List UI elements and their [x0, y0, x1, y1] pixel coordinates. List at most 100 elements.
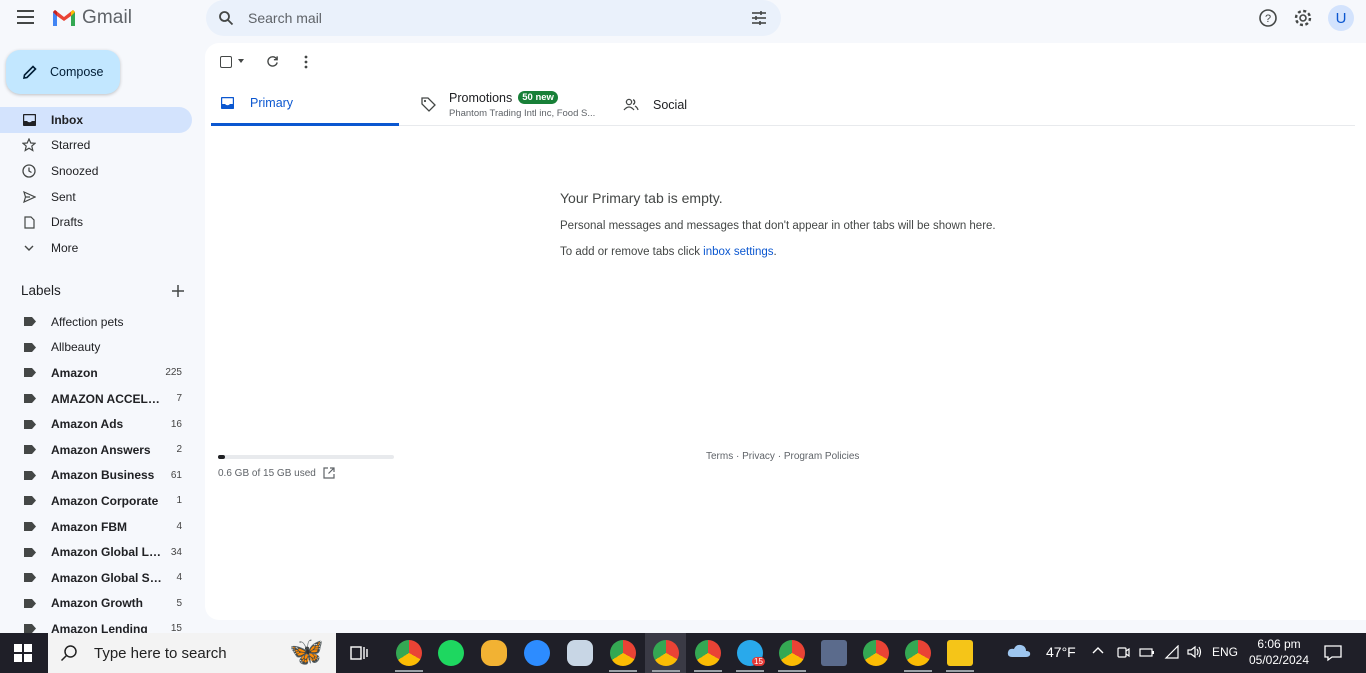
- tab-social[interactable]: Social: [623, 83, 773, 126]
- storage-bar: [218, 455, 394, 459]
- tab-promotions[interactable]: Promotions 50 new Phantom Trading Intl i…: [421, 83, 611, 126]
- account-avatar[interactable]: U: [1328, 5, 1354, 31]
- refresh-icon[interactable]: [266, 55, 279, 68]
- labels-list: Affection pets Allbeauty Amazon 225 AMAZON A…: [0, 309, 192, 642]
- language-indicator[interactable]: ENG: [1212, 645, 1238, 659]
- new-count-badge: 50 new: [518, 91, 558, 104]
- sidebar-item-starred[interactable]: Starred: [0, 133, 192, 159]
- terms-link[interactable]: Terms: [706, 451, 733, 462]
- tab-label: Social: [653, 97, 688, 112]
- label-item[interactable]: Amazon Ads 16: [0, 411, 192, 437]
- label-item[interactable]: Amazon Global Selling 4: [0, 565, 192, 591]
- butterfly-icon: 🦋: [289, 636, 324, 667]
- spotify-icon[interactable]: [438, 640, 464, 666]
- label-count: 225: [165, 367, 182, 379]
- app-icon[interactable]: [567, 640, 593, 666]
- weather-widget[interactable]: 47°F: [1006, 643, 1076, 661]
- file-explorer-icon[interactable]: [947, 640, 973, 666]
- sidebar-nav: Inbox Starred Snoozed Sent Drafts More: [0, 107, 192, 261]
- battery-icon[interactable]: [1139, 645, 1155, 659]
- chrome-profile-r-icon[interactable]: [905, 640, 931, 666]
- sidebar-item-sent[interactable]: Sent: [0, 184, 192, 210]
- add-label-icon[interactable]: [170, 283, 186, 299]
- running-indicator: [694, 670, 722, 672]
- label-name: AMAZON ACCELERATOR: [51, 391, 163, 406]
- label-tag-icon: [24, 470, 36, 480]
- label-item[interactable]: Amazon Business 61: [0, 463, 192, 489]
- settings-gear-icon[interactable]: [1293, 8, 1313, 28]
- running-indicator: [652, 670, 680, 672]
- sidebar-item-inbox[interactable]: Inbox: [0, 107, 192, 133]
- open-external-icon[interactable]: [323, 467, 335, 479]
- storage-usage: 0.6 GB of 15 GB used: [218, 467, 335, 479]
- label-item[interactable]: Amazon Answers 2: [0, 437, 192, 463]
- pencil-icon: [23, 65, 37, 79]
- wifi-icon[interactable]: [1164, 645, 1180, 659]
- search-icon[interactable]: [218, 10, 234, 26]
- sidebar-item-label: Starred: [51, 138, 91, 153]
- chrome-profile-s-icon[interactable]: [863, 640, 889, 666]
- inbox-icon: [221, 97, 234, 109]
- star-icon: [21, 137, 37, 153]
- compose-button[interactable]: Compose: [6, 50, 120, 94]
- label-tag-icon: [24, 547, 36, 557]
- running-indicator: [778, 670, 806, 672]
- taskbar-search-box[interactable]: Type here to search 🦋: [48, 633, 336, 673]
- label-name: Amazon Business: [51, 468, 155, 483]
- label-name: Amazon: [51, 365, 98, 380]
- chrome-profile-l-icon[interactable]: [779, 640, 805, 666]
- select-dropdown-icon[interactable]: [238, 59, 244, 63]
- zoom-icon[interactable]: [524, 640, 550, 666]
- sidebar-item-drafts[interactable]: Drafts: [0, 209, 192, 235]
- promotions-senders: Phantom Trading Intl inc, Food S...: [449, 107, 596, 119]
- main-menu-button[interactable]: [17, 10, 39, 26]
- chrome-profile-icon[interactable]: [610, 640, 636, 666]
- label-count: 16: [170, 418, 182, 430]
- windows-start-icon[interactable]: [14, 644, 32, 662]
- send-icon: [21, 189, 37, 205]
- search-options-icon[interactable]: [751, 10, 767, 26]
- label-item[interactable]: Amazon Corporate 1: [0, 488, 192, 514]
- label-tag-icon: [24, 496, 36, 506]
- notification-icon[interactable]: [1324, 644, 1342, 662]
- calculator-icon[interactable]: [821, 640, 847, 666]
- label-item[interactable]: AMAZON ACCELERATOR 7: [0, 386, 192, 412]
- running-indicator: [946, 670, 974, 672]
- label-item[interactable]: Amazon FBM 4: [0, 514, 192, 540]
- select-all-checkbox[interactable]: [220, 56, 232, 68]
- task-view-icon[interactable]: [350, 644, 368, 662]
- search-bar[interactable]: [206, 0, 781, 36]
- telegram-unread-badge: 15: [752, 657, 765, 666]
- camera-icon[interactable]: [1116, 645, 1130, 659]
- sidebar-item-snoozed[interactable]: Snoozed: [0, 158, 192, 184]
- game-app-icon[interactable]: [481, 640, 507, 666]
- inbox-settings-link[interactable]: inbox settings: [703, 246, 773, 258]
- label-item[interactable]: Allbeauty: [0, 335, 192, 361]
- weather-temp: 47°F: [1046, 644, 1076, 660]
- label-item[interactable]: Affection pets: [0, 309, 192, 335]
- search-input[interactable]: [248, 10, 718, 26]
- chrome-profile-m-active-icon[interactable]: [653, 640, 679, 666]
- empty-settings-hint: To add or remove tabs click inbox settin…: [560, 246, 996, 258]
- label-item[interactable]: Amazon 225: [0, 360, 192, 386]
- label-count: 2: [176, 444, 182, 456]
- label-tag-icon: [24, 522, 36, 532]
- program-policies-link[interactable]: Program Policies: [784, 451, 860, 462]
- label-item[interactable]: Amazon Global Logistics 34: [0, 539, 192, 565]
- clock-icon: [21, 163, 37, 179]
- label-name: Amazon Growth: [51, 596, 143, 611]
- more-options-icon[interactable]: [304, 55, 308, 69]
- gmail-logo[interactable]: Gmail: [51, 6, 132, 30]
- sidebar-item-more[interactable]: More: [0, 235, 192, 261]
- hint-prefix: To add or remove tabs click: [560, 246, 704, 258]
- help-icon[interactable]: ?: [1258, 8, 1278, 28]
- chrome-profile-m2-icon[interactable]: [695, 640, 721, 666]
- tab-primary[interactable]: Primary: [211, 83, 399, 126]
- chevron-up-icon[interactable]: [1092, 645, 1104, 655]
- label-name: Amazon Ads: [51, 417, 124, 432]
- speaker-icon[interactable]: [1187, 645, 1203, 659]
- clock[interactable]: 6:06 pm 05/02/2024: [1248, 636, 1310, 668]
- privacy-link[interactable]: Privacy: [742, 451, 775, 462]
- chrome-profile-m-icon[interactable]: [396, 640, 422, 666]
- label-item[interactable]: Amazon Growth 5: [0, 591, 192, 617]
